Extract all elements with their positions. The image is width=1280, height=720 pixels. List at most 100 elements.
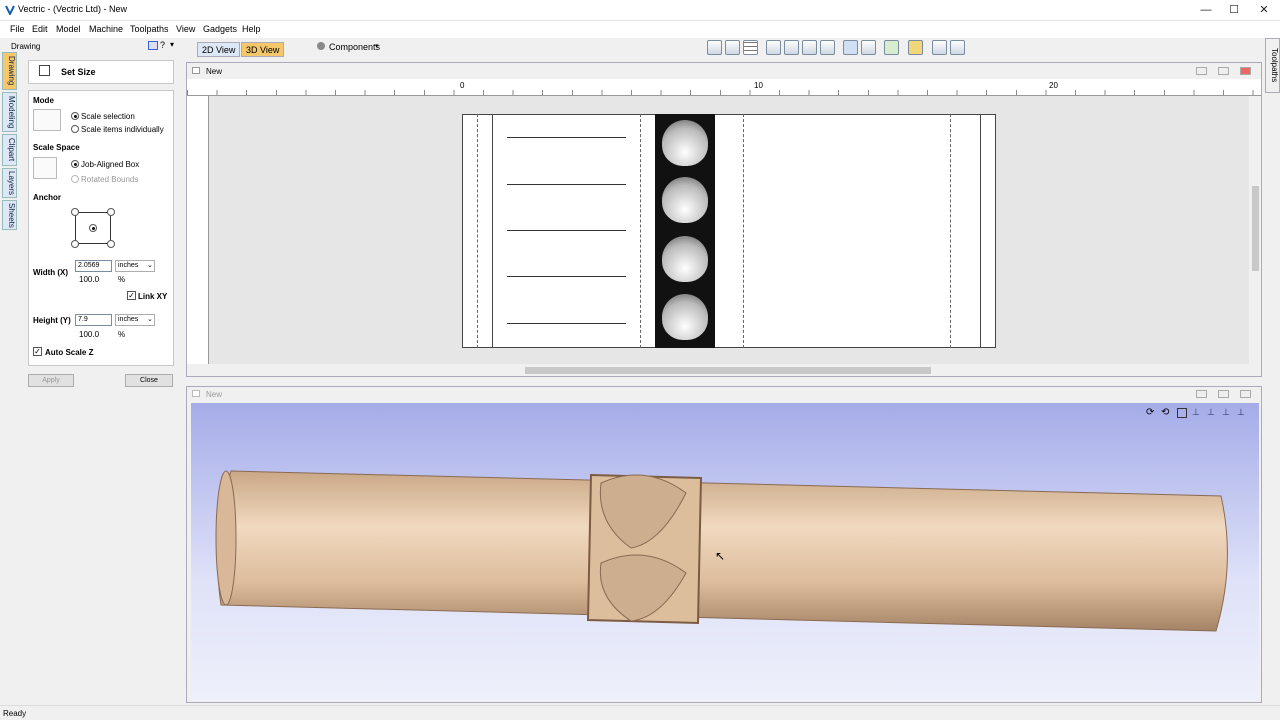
view-3d-title: New bbox=[206, 390, 223, 399]
vector-line[interactable] bbox=[507, 184, 626, 185]
panel-header: Drawing bbox=[11, 42, 41, 51]
window-minimize-button[interactable] bbox=[1196, 390, 1207, 398]
window-restore-button[interactable] bbox=[1218, 67, 1229, 75]
job-material bbox=[462, 114, 996, 348]
drawing-canvas[interactable] bbox=[209, 96, 1249, 364]
height-percent: 100.0 bbox=[79, 330, 100, 339]
window-close-button[interactable] bbox=[1240, 67, 1251, 75]
view-tab-row: Drawing ? ▾ 2D View 3D View Components ▾ bbox=[0, 38, 1280, 58]
vertical-scroll-thumb[interactable] bbox=[1252, 186, 1259, 271]
mouse-cursor-icon: ↖ bbox=[715, 549, 726, 563]
components-dropdown[interactable]: Components bbox=[329, 42, 380, 52]
menu-view[interactable]: View bbox=[176, 24, 195, 34]
maximize-button[interactable]: ☐ bbox=[1218, 0, 1250, 21]
layout-icon[interactable] bbox=[932, 40, 947, 55]
scale-individually-radio[interactable] bbox=[71, 125, 79, 133]
view-2d-title: New bbox=[206, 67, 223, 76]
help-icon[interactable]: ? bbox=[160, 40, 165, 50]
view-2d-window: New 0 10 20 bbox=[186, 62, 1262, 377]
link-xy-checkbox[interactable]: ✓ bbox=[127, 291, 136, 300]
anchor-bottom-left[interactable] bbox=[71, 240, 79, 248]
vertical-scrollbar[interactable] bbox=[1249, 96, 1261, 364]
measure-icon[interactable] bbox=[861, 40, 876, 55]
vector-line[interactable] bbox=[507, 137, 626, 138]
components-icon bbox=[317, 42, 325, 50]
chevron-down-icon: ▾ bbox=[375, 43, 379, 50]
tab-3d-view[interactable]: 3D View bbox=[241, 42, 285, 57]
3d-viewport[interactable]: ↖ ⟳ ⟲ ⊥ ⊥ ⊥ ⊥ bbox=[191, 403, 1259, 701]
side-tab-clipart[interactable]: Clipart bbox=[2, 134, 17, 166]
anchor-bottom-right[interactable] bbox=[107, 240, 115, 248]
ruler-label-10: 10 bbox=[754, 81, 763, 90]
zoom-out-icon[interactable] bbox=[802, 40, 817, 55]
snap-icon[interactable] bbox=[843, 40, 858, 55]
menu-help[interactable]: Help bbox=[242, 24, 261, 34]
vector-line[interactable] bbox=[507, 323, 626, 324]
view-3d-window: New ↖ ⟳ ⟲ ⊥ ⊥ ⊥ ⊥ bbox=[186, 386, 1262, 703]
pin-icon[interactable] bbox=[148, 41, 158, 50]
job-aligned-radio[interactable] bbox=[71, 160, 79, 168]
close-button[interactable]: Close bbox=[125, 374, 173, 387]
menu-file[interactable]: File bbox=[10, 24, 25, 34]
window-restore-button[interactable] bbox=[1218, 390, 1229, 398]
vector-line[interactable] bbox=[507, 230, 626, 231]
chevron-down-icon: ⌄ bbox=[147, 262, 153, 269]
anchor-top-right[interactable] bbox=[107, 208, 115, 216]
rotate-right-icon[interactable]: ⟲ bbox=[1161, 407, 1169, 418]
zoom-box-icon[interactable] bbox=[725, 40, 740, 55]
menu-bar: File Edit Model Machine Toolpaths View G… bbox=[0, 21, 1280, 38]
vertical-ruler bbox=[187, 96, 209, 364]
grid-icon[interactable] bbox=[743, 40, 758, 55]
side-tab-layers[interactable]: Layers bbox=[2, 168, 17, 198]
guide-line bbox=[743, 114, 744, 348]
folder-icon[interactable] bbox=[908, 40, 923, 55]
side-tab-sheets[interactable]: Sheets bbox=[2, 200, 17, 230]
menu-machine[interactable]: Machine bbox=[89, 24, 123, 34]
menu-toolpaths[interactable]: Toolpaths bbox=[130, 24, 169, 34]
rotated-bounds-label: Rotated Bounds bbox=[81, 175, 139, 184]
zoom-fit-icon[interactable] bbox=[707, 40, 722, 55]
shell-relief-icon bbox=[662, 294, 708, 340]
menu-model[interactable]: Model bbox=[56, 24, 81, 34]
shell-relief-strip[interactable] bbox=[655, 114, 715, 348]
height-input[interactable]: 7.9 bbox=[75, 314, 112, 326]
menu-edit[interactable]: Edit bbox=[32, 24, 48, 34]
material-icon[interactable] bbox=[884, 40, 899, 55]
pan-icon[interactable] bbox=[766, 40, 781, 55]
split-view-icon[interactable] bbox=[950, 40, 965, 55]
horizontal-scroll-thumb[interactable] bbox=[525, 367, 931, 374]
horizontal-scrollbar[interactable] bbox=[209, 364, 1249, 376]
scale-selection-label: Scale selection bbox=[81, 112, 135, 121]
vector-line[interactable] bbox=[507, 276, 626, 277]
job-aligned-label: Job-Aligned Box bbox=[81, 160, 140, 169]
axis-y-icon[interactable]: ⊥ bbox=[1237, 407, 1245, 418]
anchor-top-left[interactable] bbox=[71, 208, 79, 216]
scale-selection-radio[interactable] bbox=[71, 112, 79, 120]
apply-button[interactable]: Apply bbox=[28, 374, 74, 387]
iso-view-icon[interactable] bbox=[1177, 408, 1187, 418]
tab-2d-view[interactable]: 2D View bbox=[197, 42, 241, 57]
title-bar: Vectric - (Vectric Ltd) - New — ☐ ✕ bbox=[0, 0, 1280, 21]
window-title: Vectric - (Vectric Ltd) - New bbox=[18, 4, 128, 14]
width-input[interactable]: 2.0569 bbox=[75, 260, 112, 272]
side-tab-drawing[interactable]: Drawing bbox=[2, 52, 17, 90]
side-tab-toolpaths[interactable]: Toolpaths bbox=[1265, 38, 1280, 93]
zoom-in-icon[interactable] bbox=[784, 40, 799, 55]
close-window-button[interactable]: ✕ bbox=[1248, 0, 1280, 21]
window-minimize-button[interactable] bbox=[1196, 67, 1207, 75]
anchor-center[interactable] bbox=[89, 224, 97, 232]
menu-gadgets[interactable]: Gadgets bbox=[203, 24, 237, 34]
panel-title-box: Set Size bbox=[28, 60, 174, 84]
axis-view-icon[interactable]: ⊥ bbox=[1207, 407, 1215, 418]
auto-scale-z-checkbox[interactable]: ✓ bbox=[33, 347, 42, 356]
autohide-icon[interactable]: ▾ bbox=[170, 40, 174, 49]
axis-x-icon[interactable]: ⊥ bbox=[1222, 407, 1230, 418]
rotated-bounds-radio[interactable] bbox=[71, 175, 79, 183]
side-tab-modeling[interactable]: Modeling bbox=[2, 92, 17, 132]
axis-z-icon[interactable]: ⊥ bbox=[1192, 407, 1200, 418]
zoom-selection-icon[interactable] bbox=[820, 40, 835, 55]
shell-relief-icon bbox=[662, 120, 708, 166]
window-close-button[interactable] bbox=[1240, 390, 1251, 398]
rotate-left-icon[interactable]: ⟳ bbox=[1146, 407, 1154, 418]
height-label: Height (Y) bbox=[33, 316, 71, 325]
